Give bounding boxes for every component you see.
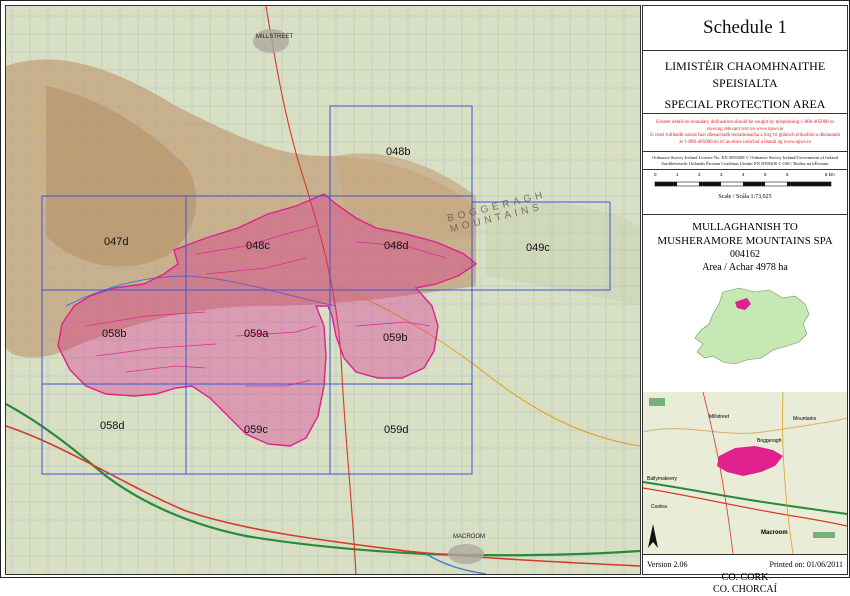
millstreet-town — [253, 29, 289, 53]
sheet-label-059d: 059d — [384, 424, 409, 436]
area-type-english: SPECIAL PROTECTION AREA — [664, 97, 826, 111]
town-label-millstreet: MILLSTREET — [256, 34, 294, 40]
map-graphic — [6, 6, 640, 574]
scale-tick: 2 — [698, 172, 701, 177]
scale-tick: 4 — [742, 172, 745, 177]
sheet-label-048d: 048d — [384, 240, 409, 252]
designation-names: LIMISTÉIR CHAOMHNAITHE SPEISIALTA SPECIA… — [643, 50, 847, 114]
scale-tick: 8 km — [825, 172, 835, 177]
scale-ticks: 0 1 2 3 4 5 6 8 km — [643, 172, 847, 182]
sheet-label-048c: 048c — [246, 240, 270, 252]
sheet-label-049c: 049c — [526, 242, 550, 254]
scale-tick: 3 — [720, 172, 723, 177]
schedule-title: Schedule 1 — [643, 6, 847, 51]
location-map-graphic — [643, 392, 847, 554]
scale-label: Scale / Scála 1:73,925 — [718, 194, 772, 200]
sheet-label-048b: 048b — [386, 146, 411, 158]
place-label: Boggeragh — [757, 438, 782, 444]
legend-panel: Schedule 1 LIMISTÉIR CHAOMHNAITHE SPEISI… — [642, 5, 848, 595]
macroom-town — [448, 544, 484, 564]
scale-tick: 1 — [676, 172, 679, 177]
scale-section: 0 1 2 3 4 5 6 8 km Scale / Scála 1:73,92… — [643, 170, 847, 215]
spa-area: Area / Achar 4978 ha — [702, 262, 788, 273]
county-outline-map — [694, 287, 810, 365]
scale-tick: 6 — [786, 172, 789, 177]
sheet-label-058b: 058b — [102, 328, 127, 340]
place-label: Macroom — [761, 530, 788, 536]
boundary-notice: Greater detail on boundary delineation s… — [643, 114, 847, 152]
copyright-irish: Suirbhéireacht Ordanáis Éireann Ceadúnas… — [661, 160, 829, 166]
place-label: Millstreet — [709, 414, 730, 420]
footer: Version 2.06 Printed on: 01/06/2011 — [643, 554, 847, 574]
main-map[interactable]: 048b 047d 048c 048d 049c 058b 059a 059b … — [5, 5, 641, 575]
place-label: Mountains — [793, 416, 817, 422]
copyright-english: Ordnance Survey Ireland Licence No. EN 0… — [652, 155, 838, 160]
spa-info: MULLAGHANISH TO MUSHERAMORE MOUNTAINS SP… — [643, 214, 847, 595]
schedule-sheet: 048b 047d 048c 048d 049c 058b 059a 059b … — [0, 0, 850, 595]
notice-english: Greater detail on boundary delineation s… — [655, 120, 835, 132]
notice-irish: Is ceart tuilleadh sonraí faoi dhreachad… — [650, 133, 840, 145]
sheet-label-058d: 058d — [100, 420, 125, 432]
place-label: Coolea — [651, 504, 667, 510]
version-text: Version 2.06 — [647, 560, 688, 569]
spa-code: 004162 — [730, 249, 760, 260]
spa-name: MULLAGHANISH TO MUSHERAMORE MOUNTAINS SP… — [657, 221, 833, 247]
town-label-macroom: MACROOM — [453, 534, 485, 540]
county-cork-shape — [694, 287, 810, 365]
place-label: Ballymakeery — [647, 476, 678, 482]
scale-tick: 5 — [764, 172, 767, 177]
sheet-label-059a: 059a — [244, 328, 269, 340]
county-names: CO. CORK CO. CHORCAÍ — [643, 572, 847, 596]
sheet-label-059b: 059b — [383, 332, 408, 344]
area-name-irish: LIMISTÉIR CHAOMHNAITHE SPEISIALTA — [664, 59, 826, 90]
scale-tick: 0 — [654, 172, 657, 177]
copyright-notice: Ordnance Survey Ireland Licence No. EN 0… — [643, 152, 847, 170]
county-irish: CO. CHORCAÍ — [713, 584, 777, 595]
north-arrow-icon — [648, 524, 658, 548]
printed-date: Printed on: 01/06/2011 — [769, 560, 843, 569]
location-map[interactable]: Millstreet Mountains Boggeragh Macroom C… — [643, 392, 847, 555]
sheet-label-059c: 059c — [244, 424, 268, 436]
sheet-label-047d: 047d — [104, 236, 129, 248]
